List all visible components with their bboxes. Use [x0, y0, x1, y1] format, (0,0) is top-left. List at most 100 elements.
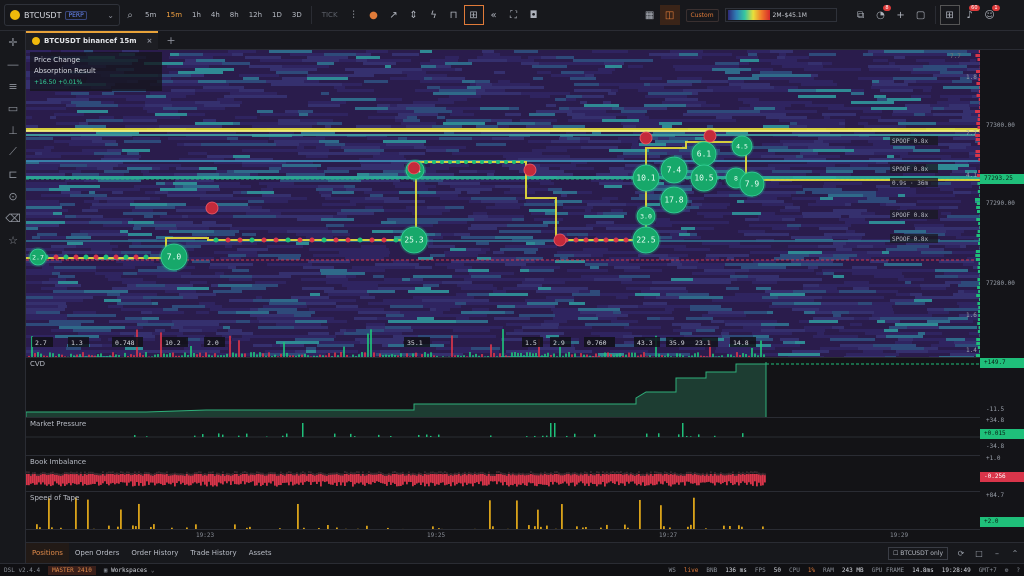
imbalance-bar: [600, 473, 602, 476]
settings-icon[interactable]: ⚙: [1001, 567, 1013, 574]
collapse-icon[interactable]: –: [988, 549, 1006, 558]
imbalance-bar: [322, 472, 324, 475]
orderbook-icon[interactable]: ◫: [659, 5, 680, 25]
imbalance-bar: [538, 473, 540, 476]
book-imbalance-panel[interactable]: Book Imbalance: [26, 455, 980, 491]
imbalance-bar: [534, 474, 536, 486]
basket-icon[interactable]: ⊓: [444, 5, 464, 25]
imbalance-bar: [440, 474, 442, 483]
imbalance-bar: [466, 474, 468, 485]
tick-toggle[interactable]: TICK: [316, 11, 344, 19]
volume-label: 35.1: [404, 337, 430, 347]
fib-tool-icon[interactable]: ≡: [0, 75, 26, 97]
workspaces-button[interactable]: ▣ Workspaces ⌄: [100, 567, 159, 574]
heatmap-range-control[interactable]: 2M–$45.1M: [724, 8, 837, 22]
heatmap-chart[interactable]: SPOOF 0.8x SPOOF 0.8x 0.9s · 36m SPOOF 0.8x…: [26, 50, 980, 357]
imbalance-bar: [112, 474, 114, 483]
imbalance-bar: [216, 472, 218, 475]
imbalance-bar: [112, 471, 114, 474]
external-link-icon[interactable]: ⧉: [851, 5, 871, 25]
imbalance-bar: [132, 472, 134, 475]
time-axis[interactable]: 19:23 19:25 19:27 19:29: [26, 529, 980, 542]
imbalance-bar: [548, 474, 550, 487]
imbalance-bar: [316, 472, 318, 475]
record-dot-icon[interactable]: ●: [364, 5, 384, 25]
imbalance-bar: [432, 474, 434, 484]
add-tab-icon[interactable]: +: [166, 34, 175, 47]
trend-tool-icon[interactable]: ⟋: [0, 141, 26, 163]
tf-5m[interactable]: 5m: [140, 11, 161, 19]
imbalance-bar: [194, 472, 196, 475]
live-status: live: [683, 566, 699, 574]
market-pressure-panel[interactable]: Market Pressure: [26, 417, 980, 455]
tab-order-history[interactable]: Order History: [125, 543, 184, 564]
tab-open-orders[interactable]: Open Orders: [69, 543, 125, 564]
user-icon[interactable]: ☺ 1: [980, 5, 1000, 25]
imbalance-bar: [198, 474, 200, 483]
ruler-tool-icon[interactable]: ⊏: [0, 163, 26, 185]
camera-icon[interactable]: ◘: [524, 5, 544, 25]
chart-tab-btcusdt[interactable]: BTCUSDT binancef 15m ×: [26, 30, 159, 50]
layout-grid-icon[interactable]: ⊞: [463, 5, 484, 25]
fullscreen-icon[interactable]: ⛶: [504, 5, 524, 25]
trash-icon[interactable]: ⌫: [0, 207, 26, 229]
price-axis[interactable]: 7.7 1.8 7.7 77300.00 4.1 77293.25 77290.…: [950, 50, 1024, 530]
imbalance-bar: [592, 473, 594, 476]
imbalance-bar: [706, 472, 708, 475]
perp-badge: PERP: [65, 10, 87, 20]
tf-4h[interactable]: 4h: [206, 11, 225, 19]
imbalance-bar: [392, 474, 394, 483]
bell-icon[interactable]: ♪ 60: [960, 5, 980, 25]
imbalance-bar: [420, 472, 422, 475]
heatmap-preset-select[interactable]: Custom: [685, 8, 719, 22]
refresh-icon[interactable]: ⟳: [952, 549, 970, 558]
tab-assets[interactable]: Assets: [243, 543, 278, 564]
rewind-icon[interactable]: «: [484, 5, 504, 25]
imbalance-bar: [136, 474, 138, 483]
imbalance-bar: [650, 474, 652, 484]
line-tool-icon[interactable]: ―: [0, 53, 26, 75]
bolt-icon[interactable]: ϟ: [424, 5, 444, 25]
candles-icon[interactable]: ⫶: [344, 5, 364, 25]
rectangle-tool-icon[interactable]: ▭: [0, 97, 26, 119]
imbalance-bar: [80, 474, 82, 483]
time-tick: 19:23: [196, 532, 215, 539]
imbalance-bar: [344, 471, 346, 474]
cvd-panel[interactable]: CVD: [26, 357, 980, 417]
maximize-icon[interactable]: □: [970, 549, 988, 558]
expand-icon[interactable]: ⌃: [1006, 549, 1024, 558]
tab-positions[interactable]: Positions: [26, 542, 69, 564]
tf-12h[interactable]: 12h: [244, 11, 267, 19]
imbalance-bar: [520, 473, 522, 476]
apps-icon[interactable]: ⊞: [939, 5, 960, 25]
grid-icon[interactable]: ▦: [640, 5, 660, 25]
imbalance-bar: [424, 471, 426, 474]
volume-label: 2.7: [32, 337, 53, 347]
tf-3d[interactable]: 3D: [287, 11, 307, 19]
tf-15m[interactable]: 15m: [161, 11, 187, 19]
window-icon[interactable]: ▢: [911, 5, 931, 25]
search-icon[interactable]: ⌕: [120, 5, 140, 25]
compare-icon[interactable]: ⇕: [404, 5, 424, 25]
tf-1h[interactable]: 1h: [187, 11, 206, 19]
star-icon[interactable]: ☆: [0, 229, 26, 251]
crosshair-icon[interactable]: ✛: [0, 31, 26, 53]
alerts-icon[interactable]: ◔ 8: [871, 5, 891, 25]
imbalance-bar: [674, 474, 676, 485]
symbol-only-filter[interactable]: ☐ BTCUSDT only: [888, 546, 948, 560]
indicators-icon[interactable]: ↗: [384, 5, 404, 25]
tab-trade-history[interactable]: Trade History: [184, 543, 242, 564]
tf-8h[interactable]: 8h: [225, 11, 244, 19]
plus-icon[interactable]: +: [891, 5, 911, 25]
imbalance-bar: [446, 474, 448, 485]
measure-tool-icon[interactable]: ⊥: [0, 119, 26, 141]
speed-of-tape-panel[interactable]: Speed of Tape: [26, 491, 980, 529]
close-icon[interactable]: ×: [147, 37, 153, 45]
zoom-tool-icon[interactable]: ⊙: [0, 185, 26, 207]
imbalance-bar: [762, 472, 764, 475]
branch-badge[interactable]: MASTER 2410: [48, 565, 96, 575]
help-icon[interactable]: ?: [1012, 567, 1024, 574]
imbalance-bar: [530, 471, 532, 474]
symbol-selector[interactable]: BTCUSDT PERP ⌄: [4, 4, 120, 26]
tf-1d[interactable]: 1D: [267, 11, 287, 19]
